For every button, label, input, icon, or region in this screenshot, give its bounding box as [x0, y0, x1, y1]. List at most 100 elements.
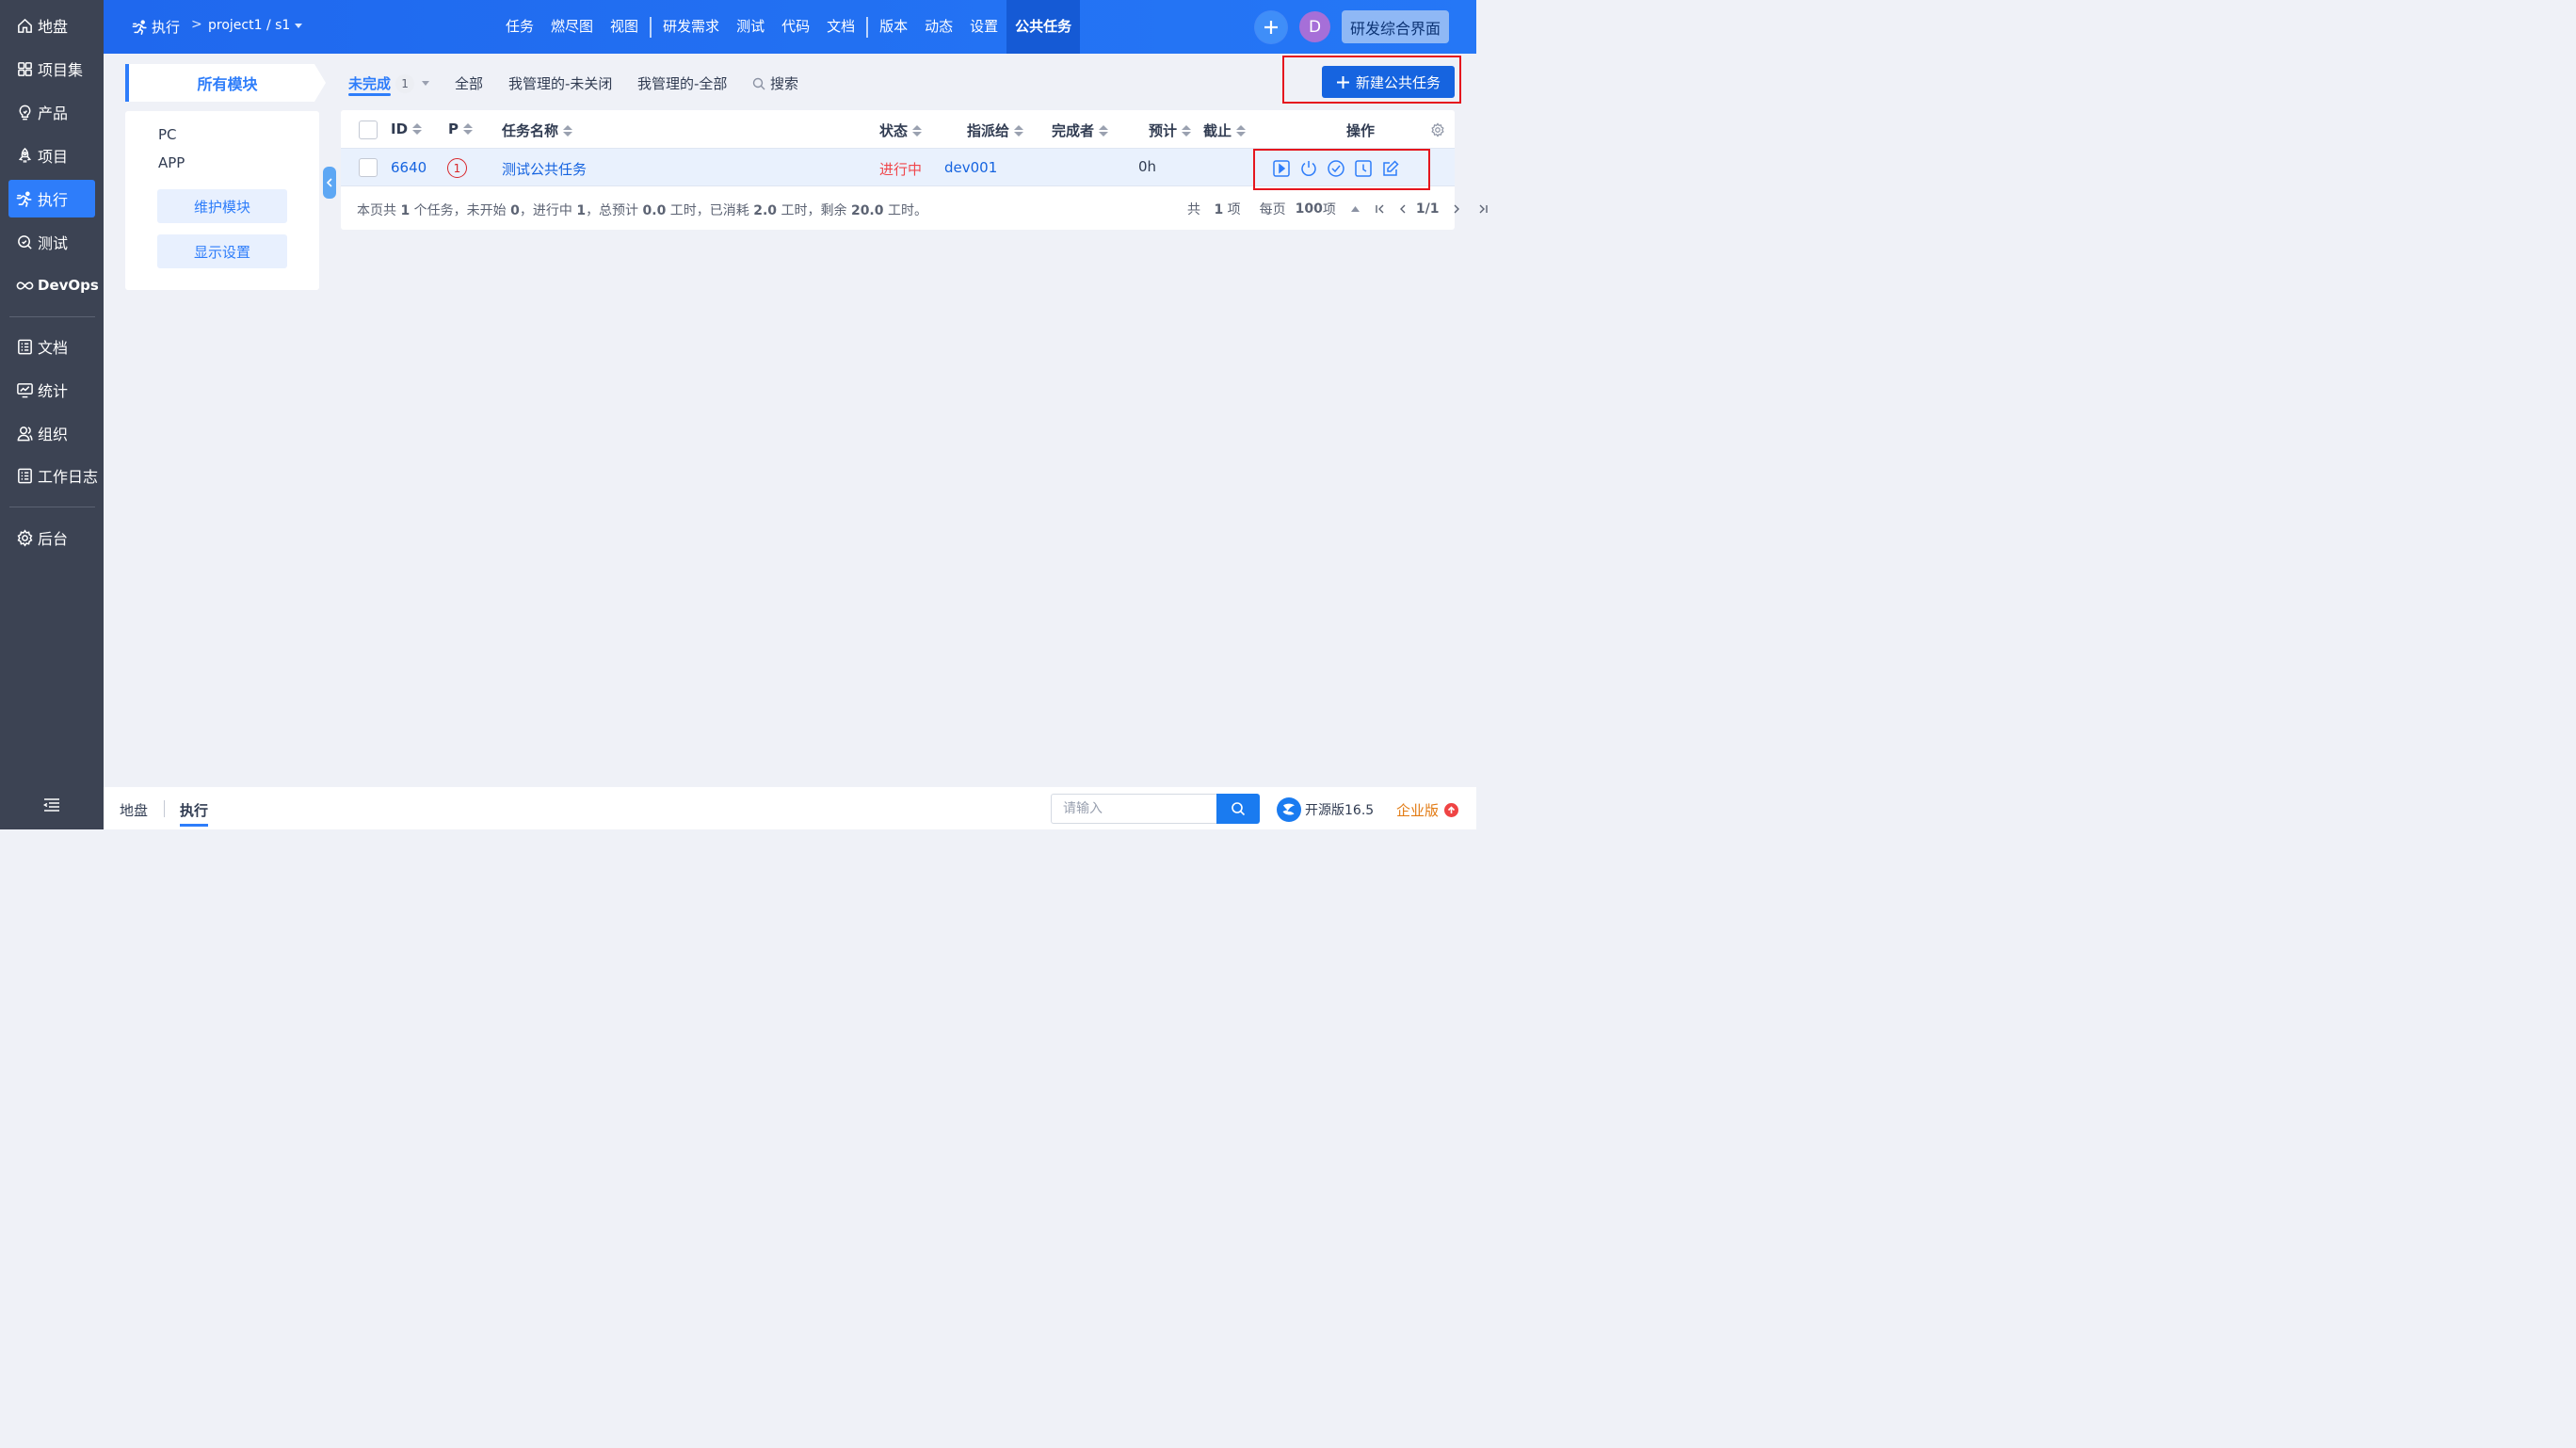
tab-burndown[interactable]: 燃尽图	[542, 0, 602, 54]
filter-all[interactable]: 全部	[455, 73, 483, 93]
sidebar-item-doc[interactable]: 文档	[8, 328, 95, 365]
power-close-icon[interactable]	[1299, 159, 1318, 178]
filter-managed-all[interactable]: 我管理的-全部	[637, 73, 727, 93]
sidebar-item-project[interactable]: 项目	[8, 137, 95, 174]
project-switcher[interactable]: project1 / s1	[208, 18, 303, 33]
run-icon	[132, 19, 147, 35]
column-deadline[interactable]: 截止	[1203, 121, 1247, 140]
sidebar-item-admin[interactable]: 后台	[8, 519, 95, 556]
tab-test[interactable]: 测试	[728, 0, 773, 54]
new-public-task-button[interactable]: 新建公共任务	[1322, 66, 1455, 98]
prev-page-icon[interactable]	[1395, 201, 1410, 217]
sidebar-item-bi[interactable]: 统计	[8, 371, 95, 409]
sidebar-item-product[interactable]: 产品	[8, 93, 95, 131]
display-settings-button[interactable]: 显示设置	[157, 234, 287, 268]
pager-text: 项	[1223, 202, 1241, 217]
version-link[interactable]: 开源版16.5	[1305, 800, 1374, 819]
summary-total: 1	[400, 203, 411, 218]
tab-doc[interactable]: 文档	[818, 0, 863, 54]
breadcrumb-module-label: 执行	[152, 19, 181, 36]
filter-unfinished[interactable]: 未完成 1	[348, 73, 430, 93]
page-indicator: 1/1	[1415, 201, 1440, 217]
switch-interface-button[interactable]: 研发综合界面	[1342, 10, 1449, 43]
tab-build[interactable]: 版本	[871, 0, 916, 54]
footer-search-input[interactable]	[1051, 794, 1217, 824]
sidebar-item-program[interactable]: 项目集	[8, 50, 95, 88]
chart-monitor-icon	[17, 382, 33, 397]
gear-icon[interactable]	[1430, 122, 1445, 137]
run-icon	[16, 190, 32, 207]
start-task-icon[interactable]	[1272, 159, 1291, 178]
sidebar-item-label: 产品	[38, 105, 69, 122]
tab-view[interactable]: 视图	[602, 0, 647, 54]
avatar[interactable]: D	[1299, 11, 1330, 42]
search-toggle-label: 搜索	[770, 75, 799, 92]
summary-text: 工时，剩余	[777, 203, 851, 218]
last-page-icon[interactable]	[1475, 201, 1490, 217]
footer-crumb-dashboard[interactable]: 地盘	[120, 800, 148, 820]
enterprise-upgrade-link[interactable]: 企业版	[1396, 800, 1459, 820]
column-finisher[interactable]: 完成者	[1052, 121, 1109, 140]
sidebar-item-dashboard[interactable]: 地盘	[8, 7, 95, 44]
per-page-select[interactable]: 每页 100 项	[1260, 200, 1360, 218]
column-name[interactable]: 任务名称	[502, 121, 573, 140]
all-modules-tab[interactable]: 所有模块	[125, 64, 326, 102]
column-assigned-label: 指派给	[967, 122, 1010, 139]
search-toggle[interactable]: 搜索	[752, 73, 798, 93]
finish-check-icon[interactable]	[1327, 159, 1345, 178]
module-item-app[interactable]: APP	[158, 154, 185, 171]
nav-divider	[650, 16, 652, 38]
column-finisher-label: 完成者	[1052, 122, 1095, 139]
summary-text: 工时。	[883, 203, 927, 218]
column-priority[interactable]: P	[448, 121, 473, 137]
sidebar-collapse-handle[interactable]	[323, 167, 336, 199]
column-id[interactable]: ID	[391, 121, 423, 137]
first-page-icon[interactable]	[1373, 201, 1388, 217]
sort-icon	[1014, 124, 1024, 137]
column-status-label: 状态	[879, 122, 909, 139]
next-page-icon[interactable]	[1449, 201, 1464, 217]
sort-icon	[1099, 124, 1109, 137]
footer-divider	[164, 800, 165, 817]
footer-crumb-execution[interactable]: 执行	[180, 800, 208, 820]
row-checkbox[interactable]	[359, 158, 378, 177]
maintain-module-button[interactable]: 维护模块	[157, 189, 287, 223]
sidebar-item-company[interactable]: 组织	[8, 414, 95, 452]
summary-text: 本页共	[357, 203, 401, 218]
column-name-label: 任务名称	[502, 122, 559, 139]
sidebar-item-execution[interactable]: 执行	[8, 180, 95, 217]
global-create-button[interactable]	[1255, 11, 1287, 43]
tab-settings[interactable]: 设置	[961, 0, 1006, 54]
sidebar: 地盘 项目集 产品 项目 执行 测试 DevOps 文档 统计 组织 工作日志	[0, 0, 104, 829]
caret-up-icon	[1350, 206, 1360, 212]
column-assigned[interactable]: 指派给	[967, 121, 1024, 140]
filter-managed-open[interactable]: 我管理的-未关闭	[508, 73, 612, 93]
sort-icon	[563, 124, 573, 137]
sort-icon	[1236, 124, 1247, 137]
new-public-task-label: 新建公共任务	[1355, 73, 1441, 91]
tab-dynamic[interactable]: 动态	[916, 0, 961, 54]
menu-collapse-icon[interactable]	[43, 797, 60, 812]
status-badge: 进行中	[879, 161, 923, 178]
breadcrumb-module[interactable]: 执行	[132, 17, 180, 37]
edit-icon[interactable]	[1381, 159, 1400, 178]
tab-story[interactable]: 研发需求	[654, 0, 728, 54]
sidebar-item-test[interactable]: 测试	[8, 223, 95, 261]
footer-search-button[interactable]	[1216, 794, 1260, 824]
plus-icon	[1336, 75, 1349, 88]
column-estimate[interactable]: 预计	[1149, 121, 1192, 140]
task-id-link[interactable]: 6640	[391, 159, 427, 176]
tab-public-task[interactable]: 公共任务	[1006, 0, 1081, 54]
select-all-checkbox[interactable]	[359, 121, 378, 139]
tab-task[interactable]: 任务	[497, 0, 542, 54]
task-name-link[interactable]: 测试公共任务	[502, 159, 587, 179]
column-status[interactable]: 状态	[879, 121, 923, 140]
sidebar-item-effort[interactable]: 工作日志	[8, 457, 98, 494]
module-item-pc[interactable]: PC	[158, 126, 177, 143]
assigned-to-link[interactable]: dev001	[944, 159, 997, 176]
filter-unfinished-label: 未完成	[348, 75, 392, 92]
record-effort-icon[interactable]	[1354, 159, 1373, 178]
sidebar-item-label: 执行	[38, 191, 69, 209]
sidebar-item-devops[interactable]: DevOps	[8, 266, 99, 304]
tab-code[interactable]: 代码	[773, 0, 818, 54]
